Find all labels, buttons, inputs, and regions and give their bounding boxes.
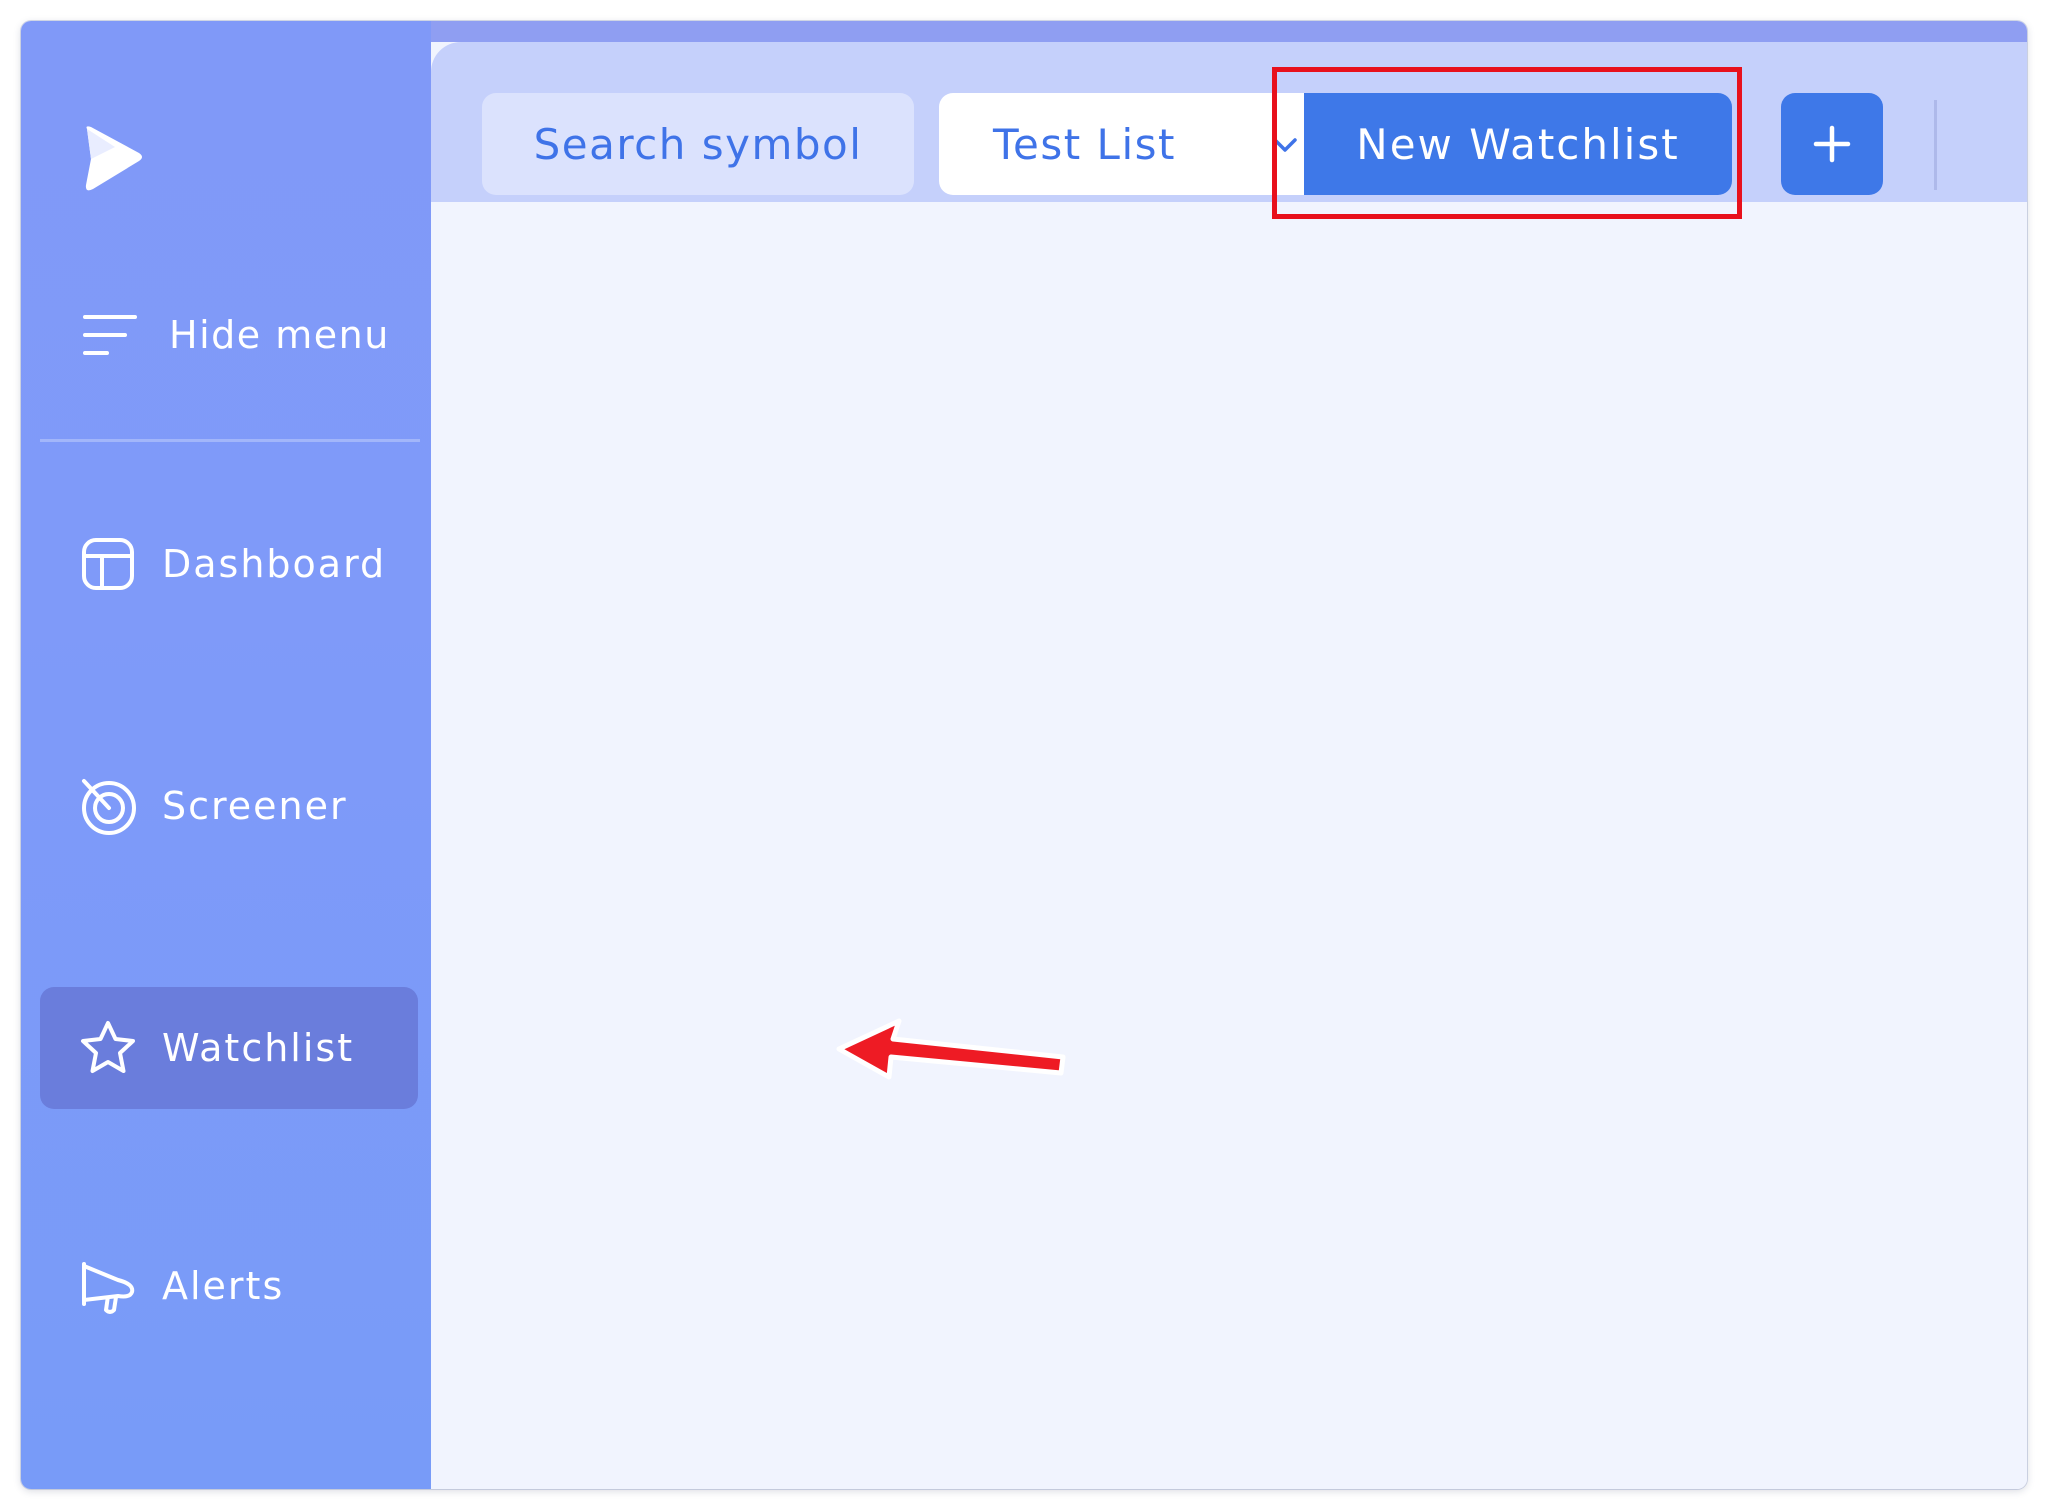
sidebar-item-label: Alerts [162, 1264, 285, 1308]
sidebar: Hide menu Dashboard Screener Watchlist A… [21, 21, 431, 1489]
toolbar-separator [1934, 100, 1937, 190]
chevron-down-icon [1273, 138, 1297, 152]
sidebar-item-label: Screener [162, 784, 348, 828]
dashboard-icon [78, 534, 138, 594]
logo-icon [85, 126, 142, 191]
topbar: Search symbol Test List New Watchlist [431, 42, 2027, 219]
star-icon [78, 1018, 138, 1078]
sidebar-item-watchlist[interactable]: Watchlist [40, 987, 418, 1109]
sidebar-item-dashboard[interactable]: Dashboard [40, 503, 418, 625]
watchlist-select[interactable]: Test List [939, 93, 1329, 195]
megaphone-icon [78, 1256, 138, 1316]
app-window: Hide menu Dashboard Screener Watchlist A… [21, 21, 2027, 1489]
sidebar-item-label: Dashboard [162, 542, 387, 586]
topbar-strip [431, 21, 2027, 42]
watchlist-select-value: Test List [993, 119, 1176, 169]
search-symbol-input[interactable]: Search symbol [482, 93, 914, 195]
main-content: Search symbol Test List New Watchlist [431, 21, 2027, 1489]
new-watchlist-button[interactable]: New Watchlist [1304, 93, 1732, 195]
radar-icon [78, 776, 138, 836]
annotation-arrow-icon [836, 1018, 1066, 1080]
add-button[interactable] [1781, 93, 1883, 195]
hide-menu-button[interactable]: Hide menu [79, 301, 409, 369]
menu-lines-icon [83, 315, 137, 355]
sidebar-item-label: Watchlist [162, 1026, 355, 1070]
sidebar-item-alerts[interactable]: Alerts [40, 1225, 418, 1347]
sidebar-divider [40, 439, 420, 442]
plus-icon [1813, 125, 1851, 163]
sidebar-item-screener[interactable]: Screener [40, 745, 418, 867]
hide-menu-label: Hide menu [169, 313, 390, 357]
